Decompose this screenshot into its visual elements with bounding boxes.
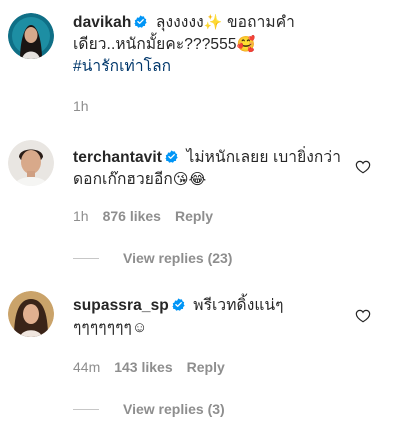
divider-line: [73, 257, 99, 259]
sparkle-emoji: ✨: [203, 14, 223, 31]
avatar[interactable]: [8, 13, 54, 59]
laughing-emoji: 😂: [188, 171, 207, 188]
view-replies-label: View replies (23): [123, 250, 233, 266]
smiling-hearts-emoji: 🥰: [236, 36, 256, 53]
heart-outline-icon[interactable]: [355, 308, 371, 324]
avatar-image: [8, 13, 54, 59]
verified-icon: [172, 298, 185, 311]
comment-timestamp[interactable]: 44m: [73, 359, 100, 375]
comment: supassra_sp พรีเวทดิ้งแน่ๆ ๆๆๆๆๆๆๆ☺ 44m …: [0, 284, 404, 434]
view-replies-label: View replies (3): [123, 401, 225, 417]
comment-username[interactable]: terchantavit: [73, 149, 162, 166]
hashtag-link[interactable]: #น่ารักเท่าโลก: [73, 58, 171, 75]
comment-text: supassra_sp พรีเวทดิ้งแน่ๆ ๆๆๆๆๆๆๆ☺: [73, 295, 343, 339]
caption: davikah ลุงงงงง✨ ขอถามคำเดียว..หนักมั้ยค…: [0, 0, 404, 120]
comment-text: terchantavit ไม่หนักเลยย เบายิ่งกว่าดอกเ…: [73, 147, 343, 191]
heart-outline-icon[interactable]: [355, 159, 371, 175]
divider-line: [73, 408, 99, 410]
comment-meta: 44m 143 likes Reply: [73, 359, 225, 375]
avatar-image: [8, 291, 54, 337]
smiling-face-emoji: ☺: [131, 319, 148, 336]
verified-icon: [165, 150, 178, 163]
view-replies-button[interactable]: View replies (23): [73, 250, 232, 266]
reply-button[interactable]: Reply: [175, 208, 213, 224]
caption-meta: 1h: [73, 98, 89, 114]
comment-username[interactable]: supassra_sp: [73, 297, 169, 314]
caption-username[interactable]: davikah: [73, 14, 131, 31]
caption-timestamp[interactable]: 1h: [73, 98, 89, 114]
verified-icon: [134, 15, 148, 28]
avatar[interactable]: [8, 140, 54, 186]
likes-count[interactable]: 876 likes: [103, 208, 161, 224]
caption-text: davikah ลุงงงงง✨ ขอถามคำเดียว..หนักมั้ยค…: [73, 12, 343, 78]
comment-timestamp[interactable]: 1h: [73, 208, 89, 224]
comment: terchantavit ไม่หนักเลยย เบายิ่งกว่าดอกเ…: [0, 135, 404, 275]
avatar-image: [8, 140, 54, 186]
likes-count[interactable]: 143 likes: [114, 359, 172, 375]
avatar[interactable]: [8, 291, 54, 337]
caption-message-part: ลุงงงงง: [151, 14, 204, 31]
view-replies-button[interactable]: View replies (3): [73, 401, 225, 417]
comment-meta: 1h 876 likes Reply: [73, 208, 213, 224]
kiss-emoji: 😘: [172, 171, 189, 188]
reply-button[interactable]: Reply: [187, 359, 225, 375]
